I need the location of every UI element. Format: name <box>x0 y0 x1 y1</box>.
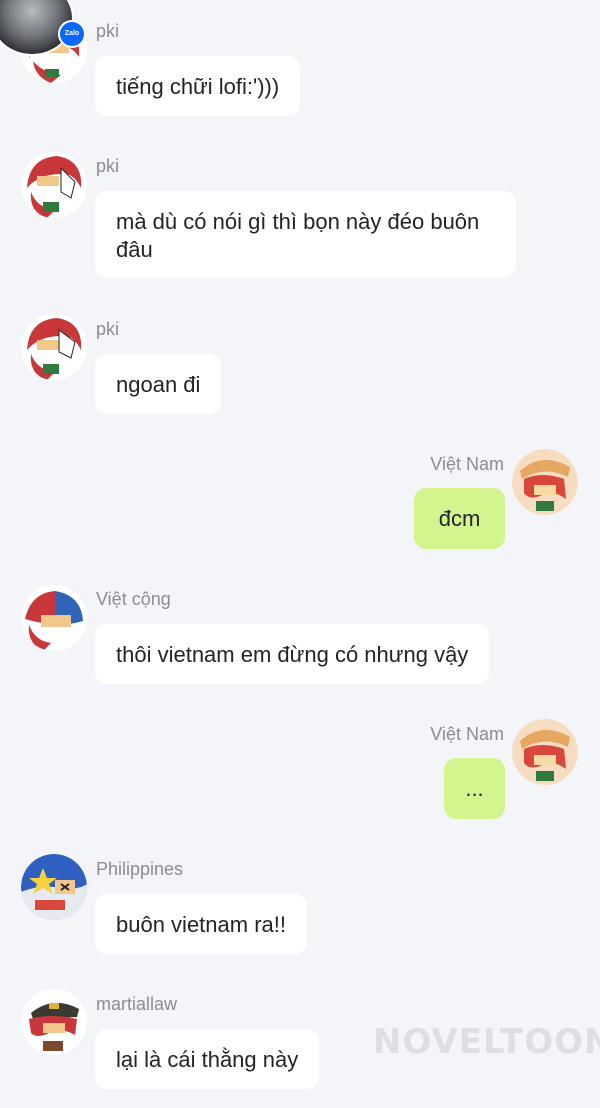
pki-avatar-icon[interactable] <box>21 152 87 218</box>
sender-name: Việt cộng <box>96 589 171 609</box>
message-bubble[interactable]: ... <box>444 758 505 819</box>
sender-name: pki <box>96 21 120 41</box>
philippines-avatar-icon[interactable] <box>21 854 87 920</box>
pki-avatar-icon[interactable] <box>21 314 87 380</box>
sender-name: martiallaw <box>96 994 178 1014</box>
message-bubble[interactable]: mà dù có nói gì thì bọn này đéo buôn đâu <box>95 191 516 278</box>
sender-name: Việt Nam <box>430 724 504 744</box>
sender-name: pki <box>96 156 120 176</box>
message-bubble[interactable]: lại là cái thằng này <box>95 1029 320 1089</box>
viet-nam-avatar-icon[interactable] <box>512 719 578 785</box>
martiallaw-avatar-icon[interactable] <box>21 989 87 1055</box>
message-bubble[interactable]: buôn vietnam ra!! <box>95 894 307 954</box>
message-bubble[interactable]: đcm <box>414 488 505 549</box>
sender-name: pki <box>96 319 120 339</box>
message-bubble[interactable]: tiếng chữi lofi:'))) <box>95 56 301 116</box>
viet-cong-avatar-icon[interactable] <box>21 585 87 651</box>
sender-name: Việt Nam <box>430 454 504 474</box>
sender-name: Philippines <box>96 859 184 879</box>
watermark-logo: NOVELTOON <box>373 1022 600 1062</box>
message-bubble[interactable]: ngoan đi <box>95 354 222 414</box>
message-bubble[interactable]: thôi vietnam em đừng có nhưng vậy <box>95 624 490 684</box>
viet-nam-avatar-icon[interactable] <box>512 449 578 515</box>
zalo-badge-icon: Zalo <box>58 20 86 48</box>
chat-view[interactable]: Zalo pki tiếng chữi lofi:'))) pki mà dù … <box>0 0 600 1108</box>
